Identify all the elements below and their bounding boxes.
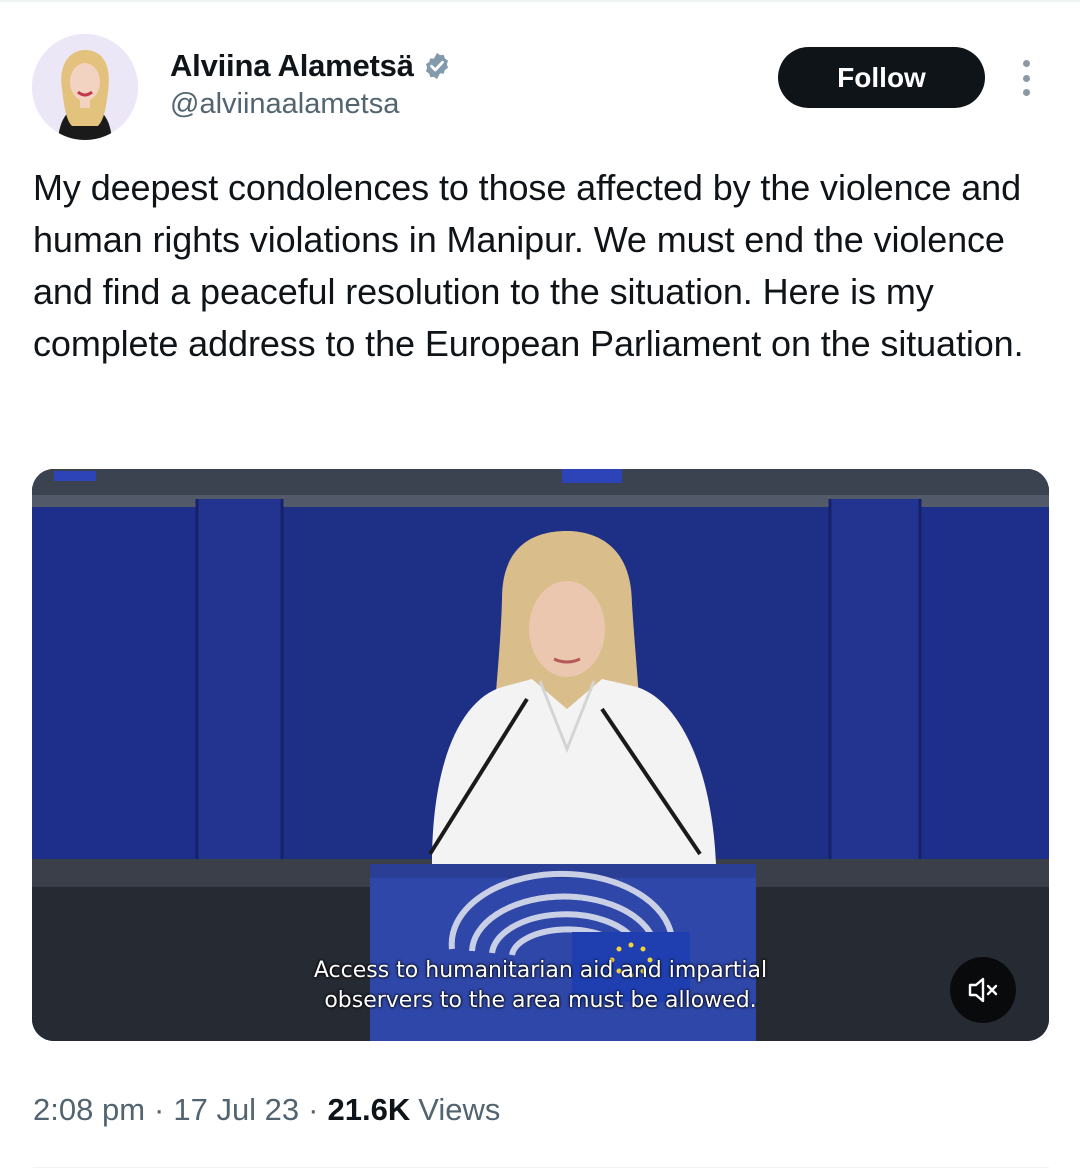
mute-toggle-button[interactable] bbox=[950, 957, 1016, 1023]
video-player[interactable]: Access to humanitarian aid and impartial… bbox=[32, 469, 1049, 1041]
tweet-time[interactable]: 2:08 pm bbox=[33, 1092, 145, 1128]
meta-separator: · bbox=[154, 1092, 165, 1127]
subtitle-line: observers to the area must be allowed. bbox=[324, 988, 757, 1013]
verified-badge-icon bbox=[422, 51, 452, 81]
views-count: 21.6K bbox=[327, 1092, 411, 1127]
subtitle-line: Access to humanitarian aid and impartial bbox=[313, 958, 768, 983]
views-label: Views bbox=[418, 1092, 501, 1127]
tweet-text: My deepest condolences to those affected… bbox=[33, 167, 1024, 364]
meta-separator: · bbox=[308, 1092, 319, 1127]
author-avatar[interactable] bbox=[32, 34, 138, 140]
follow-button[interactable]: Follow bbox=[778, 47, 985, 108]
more-dot bbox=[1022, 60, 1030, 67]
more-dot bbox=[1022, 74, 1030, 82]
avatar-photo bbox=[32, 34, 138, 140]
bottom-divider bbox=[33, 1167, 1049, 1168]
top-divider bbox=[0, 0, 1080, 2]
author-handle[interactable]: @alviinaalametsa bbox=[170, 88, 399, 121]
tweet-date[interactable]: 17 Jul 23 bbox=[173, 1092, 299, 1128]
video-subtitle: Access to humanitarian aid and impartial… bbox=[32, 956, 1049, 1016]
tweet-meta: 2:08 pm · 17 Jul 23 · 21.6K Views bbox=[33, 1092, 500, 1128]
more-dot bbox=[1022, 89, 1030, 96]
speaker-muted-icon bbox=[968, 977, 998, 1003]
author-display-name[interactable]: Alviina Alametsä bbox=[170, 48, 414, 84]
author-name-row: Alviina Alametsä bbox=[170, 46, 452, 86]
more-vertical-icon[interactable] bbox=[1016, 60, 1036, 96]
